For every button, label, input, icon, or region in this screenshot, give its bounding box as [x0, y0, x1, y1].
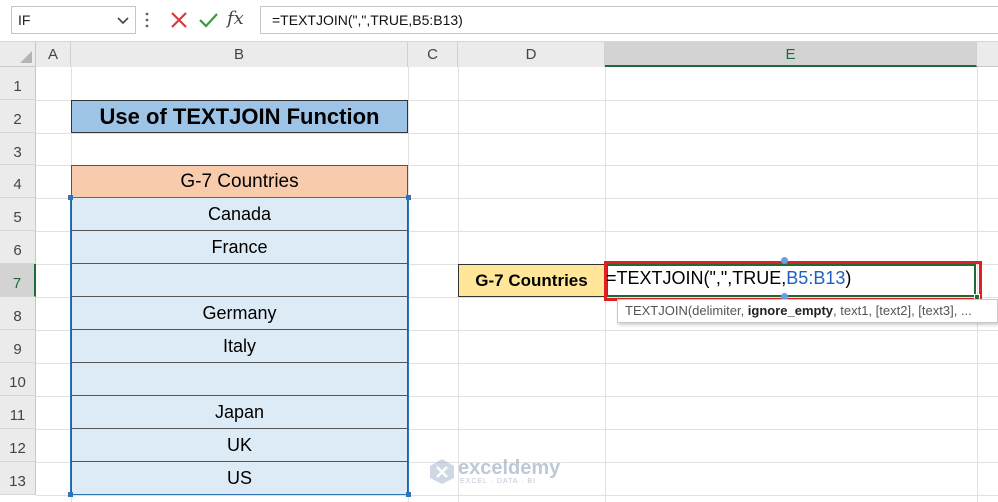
- exceldemy-logo-icon: [430, 459, 454, 484]
- gridline: [36, 495, 998, 496]
- row-header-5[interactable]: 5: [0, 198, 36, 231]
- column-header-b[interactable]: B: [71, 42, 408, 67]
- row-header-9[interactable]: 9: [0, 330, 36, 363]
- name-box[interactable]: IF: [11, 6, 136, 34]
- column-header-a[interactable]: A: [36, 42, 71, 67]
- formula-text: =TEXTJOIN(",",TRUE,B5:B13): [272, 12, 463, 28]
- range-handle[interactable]: [68, 195, 73, 200]
- row-header-3[interactable]: 3: [0, 133, 36, 165]
- row-header-11[interactable]: 11: [0, 396, 36, 429]
- watermark-tagline: EXCEL · DATA · BI: [460, 478, 536, 485]
- column-header-e[interactable]: E: [605, 42, 977, 67]
- column-header-d[interactable]: D: [458, 42, 605, 67]
- formula-input[interactable]: =TEXTJOIN(",",TRUE,B5:B13): [260, 6, 998, 34]
- select-all-button[interactable]: [0, 42, 36, 67]
- cell-edit-formula[interactable]: =TEXTJOIN(",",TRUE,B5:B13): [606, 268, 851, 289]
- function-tooltip: TEXTJOIN(delimiter, ignore_empty, text1,…: [617, 299, 998, 323]
- table-header-cell[interactable]: G-7 Countries: [71, 165, 408, 198]
- close-icon[interactable]: [167, 8, 191, 32]
- tooltip-fn: TEXTJOIN(delimiter,: [625, 303, 748, 318]
- row-header-4[interactable]: 4: [0, 165, 36, 198]
- check-icon[interactable]: [196, 8, 220, 32]
- row-header-8[interactable]: 8: [0, 297, 36, 330]
- more-options-icon[interactable]: [145, 11, 149, 29]
- row-header-13[interactable]: 13: [0, 462, 36, 495]
- column-header-c[interactable]: C: [408, 42, 458, 67]
- watermark-name: exceldemy: [458, 457, 561, 479]
- formula-suffix: ): [845, 268, 852, 288]
- label-cell[interactable]: G-7 Countries: [458, 264, 605, 297]
- row-header-1[interactable]: 1: [0, 67, 36, 100]
- formula-prefix: =TEXTJOIN(",",TRUE,: [606, 268, 787, 288]
- tooltip-current-arg: ignore_empty: [747, 303, 834, 318]
- row-header-7[interactable]: 7: [0, 264, 36, 297]
- row-header-2[interactable]: 2: [0, 100, 36, 133]
- range-handle[interactable]: [406, 492, 411, 497]
- range-handle[interactable]: [68, 492, 73, 497]
- formula-range-ref: B5:B13: [786, 268, 846, 288]
- row-header-10[interactable]: 10: [0, 363, 36, 396]
- tooltip-rest: , text1, [text2], [text3], ...: [833, 303, 972, 318]
- insert-function-button[interactable]: fx: [227, 8, 251, 32]
- row-header-12[interactable]: 12: [0, 429, 36, 462]
- row-header-6[interactable]: 6: [0, 231, 36, 264]
- watermark: exceldemy EXCEL · DATA · BI: [426, 454, 586, 488]
- range-handle[interactable]: [406, 195, 411, 200]
- selection-handle-top[interactable]: [781, 257, 788, 264]
- title-cell[interactable]: Use of TEXTJOIN Function: [71, 100, 408, 133]
- referenced-range-outline: [70, 197, 409, 495]
- gridline: [36, 133, 998, 134]
- formula-bar: IF fx =TEXTJOIN(",",TRUE,B5:B13): [0, 0, 998, 42]
- formula-buttons: fx: [163, 6, 253, 34]
- name-box-value: IF: [18, 12, 31, 28]
- chevron-down-icon[interactable]: [113, 10, 133, 30]
